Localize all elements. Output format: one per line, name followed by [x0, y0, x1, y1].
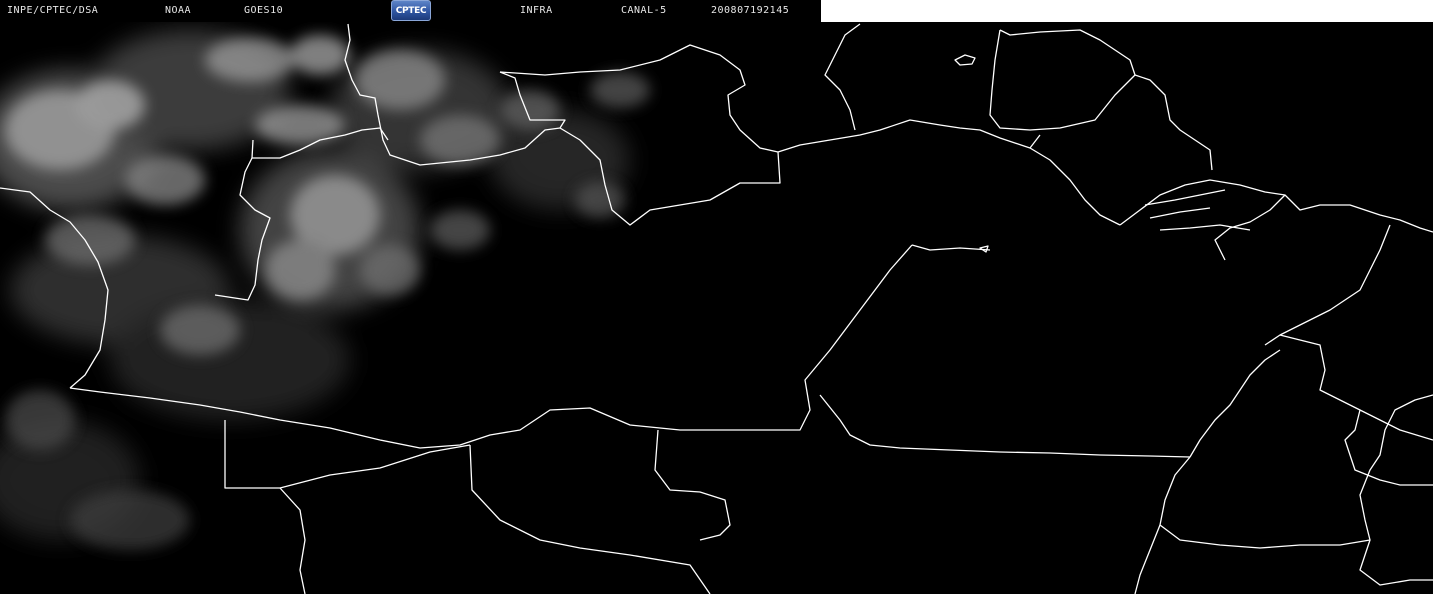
venezuela-brazil-border — [777, 119, 1121, 226]
cptec-logo-text: CPTEC — [395, 5, 427, 16]
satellite-label: GOES10 — [244, 5, 284, 16]
french-guiana-coast — [1029, 134, 1041, 149]
guyana-border — [989, 29, 1136, 131]
amazon-estuary-coast — [1119, 179, 1286, 261]
channel-label: CANAL-5 — [621, 5, 667, 16]
product-label: INFRA — [520, 5, 553, 16]
suriname-border — [1134, 74, 1213, 171]
header-blank-area — [821, 0, 1433, 22]
northeast-coast — [1284, 194, 1433, 233]
org-label: INPE/CPTEC/DSA — [7, 5, 99, 16]
para-mato-grosso-border — [819, 394, 1191, 458]
bolivia-north-border — [224, 420, 471, 489]
satellite-image-viewer: INPE/CPTEC/DSA NOAA GOES10 CPTEC INFRA C… — [0, 0, 1433, 594]
timestamp-label: 200807192145 — [711, 5, 790, 16]
bolivia-brazil-border — [469, 444, 711, 594]
amazon-estuary-islands — [1144, 189, 1251, 231]
bahia-border — [1359, 394, 1433, 586]
south-west-border — [279, 487, 306, 594]
piaui-border — [1359, 409, 1433, 441]
tocantins-border — [1279, 334, 1433, 486]
mato-grosso-tocantins-border — [1189, 349, 1281, 458]
para-state-border — [1264, 224, 1391, 346]
amazonas-para-border — [911, 244, 991, 251]
bolivia-inner-border — [654, 429, 731, 541]
agency-label: NOAA — [165, 5, 192, 16]
venezuela-coast — [824, 23, 861, 131]
minas-border — [1134, 524, 1161, 594]
satellite-map — [0, 23, 1433, 594]
cptec-logo: CPTEC — [391, 0, 431, 21]
goias-border — [1159, 456, 1371, 549]
lake-outline — [954, 54, 976, 66]
cloud-cover-layer — [0, 30, 650, 550]
